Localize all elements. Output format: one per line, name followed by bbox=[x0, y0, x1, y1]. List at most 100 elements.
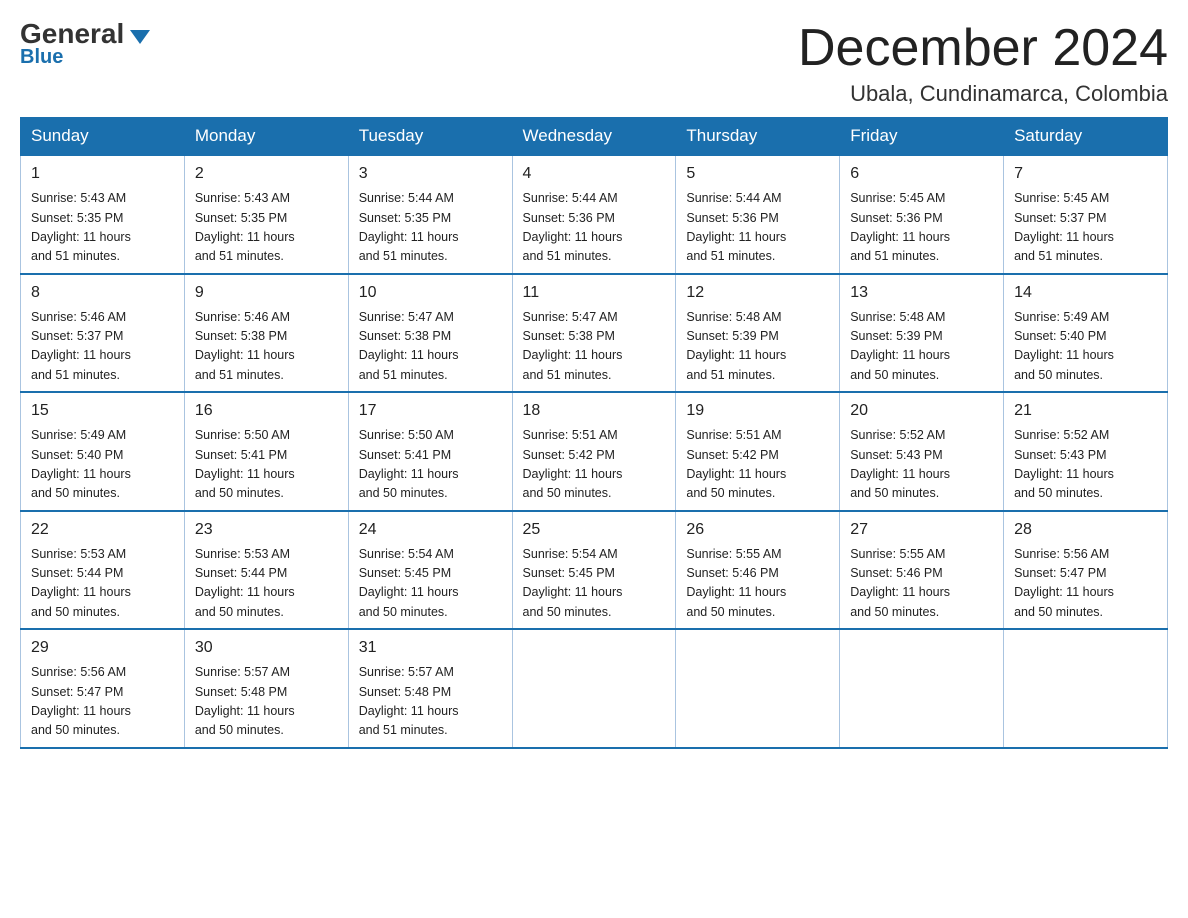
header-monday: Monday bbox=[184, 118, 348, 156]
header-thursday: Thursday bbox=[676, 118, 840, 156]
calendar-table: Sunday Monday Tuesday Wednesday Thursday… bbox=[20, 117, 1168, 749]
calendar-cell bbox=[676, 629, 840, 748]
day-info: Sunrise: 5:49 AMSunset: 5:40 PMDaylight:… bbox=[31, 426, 174, 504]
calendar-cell: 18 Sunrise: 5:51 AMSunset: 5:42 PMDaylig… bbox=[512, 392, 676, 511]
calendar-cell: 27 Sunrise: 5:55 AMSunset: 5:46 PMDaylig… bbox=[840, 511, 1004, 630]
day-info: Sunrise: 5:54 AMSunset: 5:45 PMDaylight:… bbox=[523, 545, 666, 623]
logo: General Blue bbox=[20, 20, 150, 69]
calendar-cell: 5 Sunrise: 5:44 AMSunset: 5:36 PMDayligh… bbox=[676, 155, 840, 274]
calendar-week-row: 15 Sunrise: 5:49 AMSunset: 5:40 PMDaylig… bbox=[21, 392, 1168, 511]
day-info: Sunrise: 5:48 AMSunset: 5:39 PMDaylight:… bbox=[686, 308, 829, 386]
day-info: Sunrise: 5:47 AMSunset: 5:38 PMDaylight:… bbox=[359, 308, 502, 386]
day-info: Sunrise: 5:56 AMSunset: 5:47 PMDaylight:… bbox=[31, 663, 174, 741]
day-info: Sunrise: 5:44 AMSunset: 5:36 PMDaylight:… bbox=[523, 189, 666, 267]
day-info: Sunrise: 5:55 AMSunset: 5:46 PMDaylight:… bbox=[850, 545, 993, 623]
calendar-cell: 8 Sunrise: 5:46 AMSunset: 5:37 PMDayligh… bbox=[21, 274, 185, 393]
calendar-cell: 11 Sunrise: 5:47 AMSunset: 5:38 PMDaylig… bbox=[512, 274, 676, 393]
day-number: 13 bbox=[850, 281, 993, 305]
calendar-cell: 30 Sunrise: 5:57 AMSunset: 5:48 PMDaylig… bbox=[184, 629, 348, 748]
calendar-cell: 26 Sunrise: 5:55 AMSunset: 5:46 PMDaylig… bbox=[676, 511, 840, 630]
calendar-cell bbox=[840, 629, 1004, 748]
day-number: 24 bbox=[359, 518, 502, 542]
day-number: 22 bbox=[31, 518, 174, 542]
day-info: Sunrise: 5:48 AMSunset: 5:39 PMDaylight:… bbox=[850, 308, 993, 386]
calendar-cell bbox=[1004, 629, 1168, 748]
day-info: Sunrise: 5:46 AMSunset: 5:38 PMDaylight:… bbox=[195, 308, 338, 386]
day-info: Sunrise: 5:47 AMSunset: 5:38 PMDaylight:… bbox=[523, 308, 666, 386]
day-info: Sunrise: 5:52 AMSunset: 5:43 PMDaylight:… bbox=[1014, 426, 1157, 504]
day-info: Sunrise: 5:45 AMSunset: 5:37 PMDaylight:… bbox=[1014, 189, 1157, 267]
day-number: 21 bbox=[1014, 399, 1157, 423]
day-info: Sunrise: 5:53 AMSunset: 5:44 PMDaylight:… bbox=[195, 545, 338, 623]
day-info: Sunrise: 5:49 AMSunset: 5:40 PMDaylight:… bbox=[1014, 308, 1157, 386]
day-number: 19 bbox=[686, 399, 829, 423]
header-sunday: Sunday bbox=[21, 118, 185, 156]
day-number: 11 bbox=[523, 281, 666, 305]
day-number: 20 bbox=[850, 399, 993, 423]
weekday-header-row: Sunday Monday Tuesday Wednesday Thursday… bbox=[21, 118, 1168, 156]
logo-general: General bbox=[20, 20, 124, 48]
day-number: 18 bbox=[523, 399, 666, 423]
calendar-cell: 16 Sunrise: 5:50 AMSunset: 5:41 PMDaylig… bbox=[184, 392, 348, 511]
day-number: 5 bbox=[686, 162, 829, 186]
day-number: 9 bbox=[195, 281, 338, 305]
day-number: 31 bbox=[359, 636, 502, 660]
calendar-cell: 31 Sunrise: 5:57 AMSunset: 5:48 PMDaylig… bbox=[348, 629, 512, 748]
day-info: Sunrise: 5:46 AMSunset: 5:37 PMDaylight:… bbox=[31, 308, 174, 386]
header-tuesday: Tuesday bbox=[348, 118, 512, 156]
day-info: Sunrise: 5:43 AMSunset: 5:35 PMDaylight:… bbox=[195, 189, 338, 267]
day-number: 23 bbox=[195, 518, 338, 542]
day-number: 16 bbox=[195, 399, 338, 423]
header-wednesday: Wednesday bbox=[512, 118, 676, 156]
calendar-cell: 25 Sunrise: 5:54 AMSunset: 5:45 PMDaylig… bbox=[512, 511, 676, 630]
header-friday: Friday bbox=[840, 118, 1004, 156]
calendar-cell: 17 Sunrise: 5:50 AMSunset: 5:41 PMDaylig… bbox=[348, 392, 512, 511]
calendar-cell: 3 Sunrise: 5:44 AMSunset: 5:35 PMDayligh… bbox=[348, 155, 512, 274]
day-number: 28 bbox=[1014, 518, 1157, 542]
day-number: 26 bbox=[686, 518, 829, 542]
day-number: 27 bbox=[850, 518, 993, 542]
day-number: 17 bbox=[359, 399, 502, 423]
day-number: 29 bbox=[31, 636, 174, 660]
day-info: Sunrise: 5:57 AMSunset: 5:48 PMDaylight:… bbox=[359, 663, 502, 741]
logo-triangle-icon bbox=[130, 30, 150, 44]
location-title: Ubala, Cundinamarca, Colombia bbox=[798, 81, 1168, 107]
logo-blue-text: Blue bbox=[20, 46, 63, 69]
day-info: Sunrise: 5:51 AMSunset: 5:42 PMDaylight:… bbox=[523, 426, 666, 504]
calendar-week-row: 22 Sunrise: 5:53 AMSunset: 5:44 PMDaylig… bbox=[21, 511, 1168, 630]
header-saturday: Saturday bbox=[1004, 118, 1168, 156]
calendar-cell: 29 Sunrise: 5:56 AMSunset: 5:47 PMDaylig… bbox=[21, 629, 185, 748]
calendar-cell: 14 Sunrise: 5:49 AMSunset: 5:40 PMDaylig… bbox=[1004, 274, 1168, 393]
day-info: Sunrise: 5:44 AMSunset: 5:36 PMDaylight:… bbox=[686, 189, 829, 267]
day-info: Sunrise: 5:45 AMSunset: 5:36 PMDaylight:… bbox=[850, 189, 993, 267]
title-block: December 2024 Ubala, Cundinamarca, Colom… bbox=[798, 20, 1168, 107]
day-number: 10 bbox=[359, 281, 502, 305]
calendar-cell: 22 Sunrise: 5:53 AMSunset: 5:44 PMDaylig… bbox=[21, 511, 185, 630]
day-info: Sunrise: 5:52 AMSunset: 5:43 PMDaylight:… bbox=[850, 426, 993, 504]
calendar-cell: 1 Sunrise: 5:43 AMSunset: 5:35 PMDayligh… bbox=[21, 155, 185, 274]
month-title: December 2024 bbox=[798, 20, 1168, 77]
calendar-cell: 6 Sunrise: 5:45 AMSunset: 5:36 PMDayligh… bbox=[840, 155, 1004, 274]
day-info: Sunrise: 5:50 AMSunset: 5:41 PMDaylight:… bbox=[195, 426, 338, 504]
page-header: General Blue December 2024 Ubala, Cundin… bbox=[20, 20, 1168, 107]
day-number: 6 bbox=[850, 162, 993, 186]
calendar-week-row: 29 Sunrise: 5:56 AMSunset: 5:47 PMDaylig… bbox=[21, 629, 1168, 748]
day-number: 30 bbox=[195, 636, 338, 660]
day-number: 8 bbox=[31, 281, 174, 305]
day-number: 1 bbox=[31, 162, 174, 186]
calendar-cell: 9 Sunrise: 5:46 AMSunset: 5:38 PMDayligh… bbox=[184, 274, 348, 393]
calendar-cell: 2 Sunrise: 5:43 AMSunset: 5:35 PMDayligh… bbox=[184, 155, 348, 274]
calendar-cell: 15 Sunrise: 5:49 AMSunset: 5:40 PMDaylig… bbox=[21, 392, 185, 511]
calendar-cell: 7 Sunrise: 5:45 AMSunset: 5:37 PMDayligh… bbox=[1004, 155, 1168, 274]
day-info: Sunrise: 5:57 AMSunset: 5:48 PMDaylight:… bbox=[195, 663, 338, 741]
calendar-cell: 12 Sunrise: 5:48 AMSunset: 5:39 PMDaylig… bbox=[676, 274, 840, 393]
day-info: Sunrise: 5:44 AMSunset: 5:35 PMDaylight:… bbox=[359, 189, 502, 267]
day-number: 2 bbox=[195, 162, 338, 186]
day-number: 3 bbox=[359, 162, 502, 186]
day-number: 7 bbox=[1014, 162, 1157, 186]
day-number: 14 bbox=[1014, 281, 1157, 305]
day-number: 12 bbox=[686, 281, 829, 305]
day-info: Sunrise: 5:55 AMSunset: 5:46 PMDaylight:… bbox=[686, 545, 829, 623]
calendar-cell: 10 Sunrise: 5:47 AMSunset: 5:38 PMDaylig… bbox=[348, 274, 512, 393]
calendar-week-row: 8 Sunrise: 5:46 AMSunset: 5:37 PMDayligh… bbox=[21, 274, 1168, 393]
